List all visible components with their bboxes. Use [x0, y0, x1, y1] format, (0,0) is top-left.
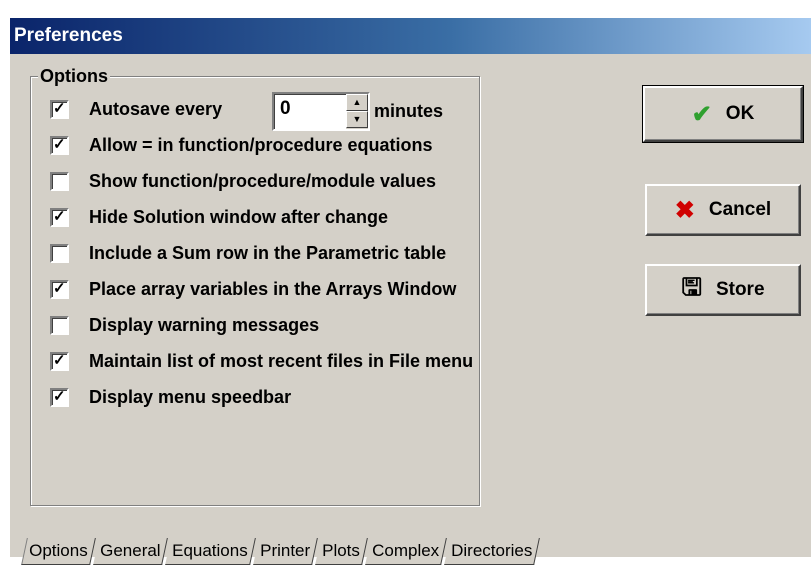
tab-label: Printer	[259, 541, 310, 560]
option-label: Display warning messages	[89, 314, 320, 335]
check-mark-icon: ✓	[53, 351, 66, 369]
option-label: Place array variables in the Arrays Wind…	[89, 278, 457, 299]
option-checkbox[interactable]: ✓	[50, 387, 69, 407]
option-checkbox[interactable]: ✓	[50, 351, 69, 371]
option-label-autosave: Autosave every	[89, 98, 223, 119]
options-group-label: Options	[38, 66, 110, 87]
autosave-minutes-value[interactable]: 0	[280, 98, 291, 120]
option-label: Maintain list of most recent files in Fi…	[89, 350, 474, 371]
ok-button[interactable]: ✔ OK	[642, 85, 804, 143]
ok-button-label: OK	[725, 103, 755, 124]
tab-equations[interactable]: Equations	[165, 538, 256, 565]
option-checkbox[interactable]: ✓	[50, 279, 69, 299]
check-mark-icon: ✓	[53, 207, 66, 225]
checkmark-icon: ✔	[691, 100, 712, 128]
option-row[interactable]: ✓ Place array variables in the Arrays Win…	[50, 275, 456, 303]
check-mark-icon: ✓	[53, 99, 66, 117]
option-checkbox[interactable]	[50, 243, 69, 263]
option-checkbox[interactable]	[50, 171, 69, 191]
tab-label: Plots	[321, 541, 360, 560]
option-row[interactable]: ✓ Hide Solution window after change	[50, 203, 388, 231]
tab-options[interactable]: Options	[21, 538, 96, 565]
autosave-minutes-spinner[interactable]: 0 ▲ ▼	[272, 92, 370, 131]
tab-printer[interactable]: Printer	[252, 538, 318, 565]
option-checkbox[interactable]: ✓	[50, 135, 69, 155]
option-checkbox[interactable]: ✓	[50, 207, 69, 227]
checkbox-autosave[interactable]: ✓	[50, 99, 69, 119]
tab-label: Complex	[371, 541, 439, 560]
store-button-label: Store	[715, 279, 765, 300]
option-label: Display menu speedbar	[89, 386, 292, 407]
cross-icon: ✖	[674, 196, 695, 224]
save-document-icon: 🖫	[681, 273, 702, 301]
check-mark-icon: ✓	[53, 387, 66, 405]
check-mark-icon: ✓	[53, 135, 66, 153]
title-bar: Preferences	[10, 18, 811, 54]
tab-general[interactable]: General	[92, 538, 168, 565]
autosave-unit-label: minutes	[374, 101, 444, 121]
tab-label: Directories	[450, 541, 533, 560]
option-label: Hide Solution window after change	[89, 206, 389, 227]
option-label: Include a Sum row in the Parametric tabl…	[89, 242, 447, 263]
tab-label: General	[99, 541, 161, 560]
store-button[interactable]: 🖫 Store	[645, 264, 801, 316]
cancel-button[interactable]: ✖ Cancel	[645, 184, 801, 236]
tab-label: Options	[29, 541, 88, 560]
option-row[interactable]: Include a Sum row in the Parametric tabl…	[50, 239, 446, 267]
option-label: Allow = in function/procedure equations	[89, 134, 433, 155]
check-mark-icon: ✓	[53, 279, 66, 297]
tab-strip: Options General Equations Printer Plots Compl…	[21, 538, 540, 566]
tab-plots[interactable]: Plots	[314, 538, 368, 565]
option-autosave[interactable]: ✓ Autosave every	[50, 95, 222, 123]
option-row[interactable]: ✓ Allow = in function/procedure equations	[50, 131, 433, 159]
option-checkbox[interactable]	[50, 315, 69, 335]
preferences-dialog: Preferences Options ✓ Autosave every 0 ▲…	[10, 18, 811, 565]
option-label: Show function/procedure/module values	[89, 170, 437, 191]
option-row[interactable]: ✓ Display menu speedbar	[50, 383, 291, 411]
tab-complex[interactable]: Complex	[364, 538, 447, 565]
spin-up-arrow-icon[interactable]: ▲	[346, 94, 368, 111]
option-row[interactable]: ✓ Maintain list of most recent files in F…	[50, 347, 473, 375]
option-row[interactable]: Show function/procedure/module values	[50, 167, 436, 195]
cancel-button-label: Cancel	[708, 199, 772, 220]
spin-down-arrow-icon[interactable]: ▼	[346, 111, 368, 128]
tab-directories[interactable]: Directories	[443, 538, 540, 565]
option-row[interactable]: Display warning messages	[50, 311, 319, 339]
tab-label: Equations	[172, 541, 248, 560]
window-title: Preferences	[14, 25, 123, 46]
